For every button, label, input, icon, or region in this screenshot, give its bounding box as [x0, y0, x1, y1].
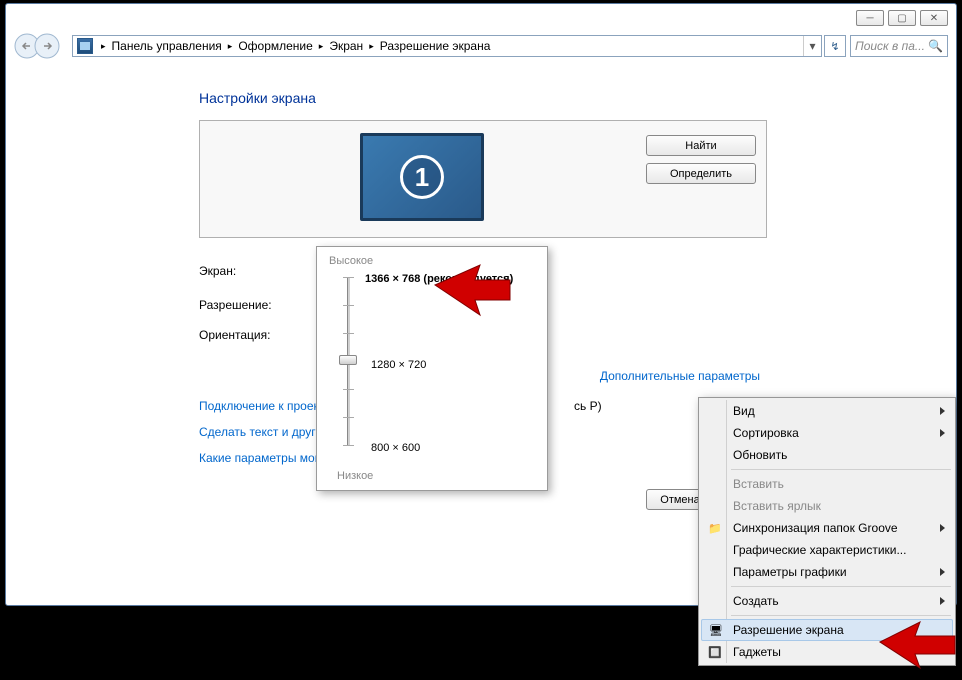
breadcrumb-sep: ▸ — [365, 41, 378, 52]
menu-graphics-chars[interactable]: Графические характеристики... — [701, 539, 953, 561]
slider-tick — [343, 277, 354, 278]
submenu-arrow-icon — [940, 597, 945, 605]
address-dropdown-icon[interactable]: ▾ — [803, 36, 821, 56]
breadcrumb-sep: ▸ — [224, 41, 237, 52]
menu-separator — [731, 469, 951, 470]
submenu-arrow-icon — [940, 429, 945, 437]
menu-create[interactable]: Создать — [701, 590, 953, 612]
identify-button[interactable]: Определить — [646, 163, 756, 184]
projector-link[interactable]: Подключение к проек — [199, 399, 319, 413]
monitor-preview-area: 1 Найти Определить — [199, 120, 767, 238]
resolution-slider-thumb[interactable] — [339, 355, 357, 365]
slider-tick — [343, 333, 354, 334]
textsize-link[interactable]: Сделать текст и другие — [199, 425, 329, 439]
orientation-label: Ориентация: — [199, 328, 329, 342]
which-params-link[interactable]: Какие параметры мон — [199, 451, 321, 465]
menu-groove-sync[interactable]: 📁Синхронизация папок Groove — [701, 517, 953, 539]
annotation-arrow — [425, 250, 515, 320]
menu-paste-shortcut: Вставить ярлык — [701, 495, 953, 517]
slider-tick — [343, 389, 354, 390]
find-button[interactable]: Найти — [646, 135, 756, 156]
projector-hint: сь P) — [574, 399, 602, 413]
slider-tick — [343, 445, 354, 446]
window-controls: ─ ▢ ✕ — [856, 10, 948, 26]
breadcrumb-item[interactable]: Разрешение экрана — [378, 39, 493, 53]
monitor-number-badge: 1 — [400, 155, 444, 199]
annotation-arrow — [870, 612, 960, 672]
menu-paste: Вставить — [701, 473, 953, 495]
address-bar[interactable]: ▸ Панель управления ▸ Оформление ▸ Экран… — [72, 35, 822, 57]
submenu-arrow-icon — [940, 407, 945, 415]
display-label: Экран: — [199, 264, 329, 278]
slider-tick — [343, 417, 354, 418]
menu-view[interactable]: Вид — [701, 400, 953, 422]
menu-graphics-params[interactable]: Параметры графики — [701, 561, 953, 583]
slider-tick — [343, 305, 354, 306]
search-placeholder: Поиск в па... — [855, 39, 925, 53]
orientation-row: Ориентация: — [199, 328, 329, 342]
breadcrumb-sep: ▸ — [97, 41, 110, 52]
navigation-bar: ▸ Панель управления ▸ Оформление ▸ Экран… — [14, 32, 948, 60]
slider-low-label: Низкое — [337, 470, 373, 482]
nav-back-forward[interactable] — [14, 33, 66, 59]
search-input[interactable]: Поиск в па... 🔍 — [850, 35, 948, 57]
gadgets-icon: 🔲 — [707, 644, 723, 660]
breadcrumb-item[interactable]: Панель управления — [110, 39, 224, 53]
resolution-current: 1280 × 720 — [371, 359, 426, 371]
menu-separator — [731, 586, 951, 587]
resolution-label: Разрешение: — [199, 298, 329, 312]
page-title: Настройки экрана — [199, 90, 316, 106]
monitor-thumbnail[interactable]: 1 — [360, 133, 484, 221]
minimize-button[interactable]: ─ — [856, 10, 884, 26]
control-panel-icon — [77, 38, 93, 54]
breadcrumb-item[interactable]: Экран — [327, 39, 365, 53]
breadcrumb-sep: ▸ — [315, 41, 328, 52]
maximize-button[interactable]: ▢ — [888, 10, 916, 26]
groove-icon: 📁 — [707, 520, 723, 536]
menu-refresh[interactable]: Обновить — [701, 444, 953, 466]
search-icon: 🔍 — [928, 39, 943, 53]
resolution-min: 800 × 600 — [371, 442, 420, 454]
breadcrumb-item[interactable]: Оформление — [236, 39, 314, 53]
menu-sort[interactable]: Сортировка — [701, 422, 953, 444]
monitor-icon: 🖥 — [708, 622, 724, 638]
submenu-arrow-icon — [940, 524, 945, 532]
refresh-button[interactable]: ↯ — [824, 35, 846, 57]
additional-params-link[interactable]: Дополнительные параметры — [600, 369, 760, 383]
submenu-arrow-icon — [940, 568, 945, 576]
close-button[interactable]: ✕ — [920, 10, 948, 26]
